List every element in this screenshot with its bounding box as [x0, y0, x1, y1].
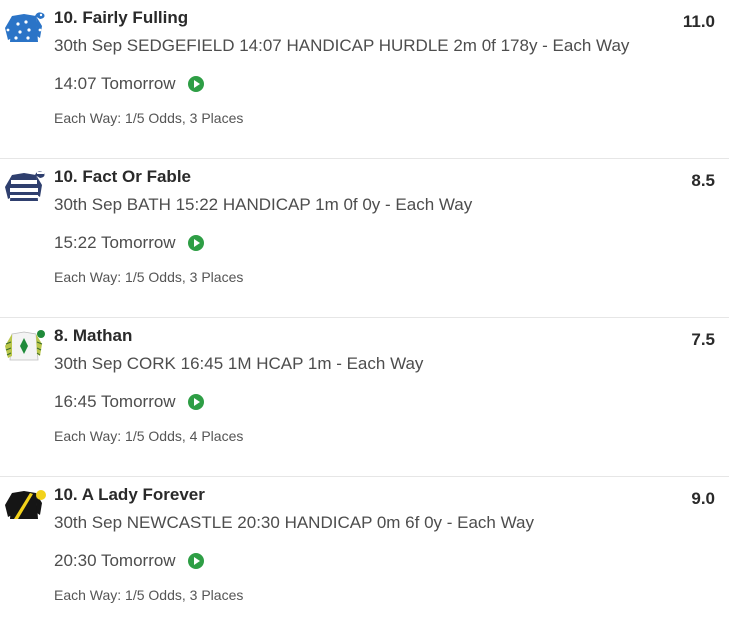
each-way-terms: Each Way: 1/5 Odds, 4 Places [54, 428, 244, 444]
jockey-silk-blue-white-spots-icon [5, 12, 45, 42]
play-icon[interactable] [187, 76, 204, 92]
selection-title: 10. Fairly Fulling [54, 8, 189, 27]
race-description: 30th Sep NEWCASTLE 20:30 HANDICAP 0m 6f … [54, 513, 534, 532]
race-time: 15:22 Tomorrow [54, 233, 176, 252]
bet-list: 10. Fairly Fulling 30th Sep SEDGEFIELD 1… [0, 0, 729, 635]
each-way-terms: Each Way: 1/5 Odds, 3 Places [54, 269, 244, 285]
jockey-silk-black-yellow-sash-icon [5, 490, 46, 519]
bet-row[interactable]: 8. Mathan 30th Sep CORK 16:45 1M HCAP 1m… [0, 318, 729, 477]
race-time-line: 15:22 Tomorrow [54, 233, 204, 253]
race-time-line: 16:45 Tomorrow [54, 392, 204, 412]
race-description: 30th Sep BATH 15:22 HANDICAP 1m 0f 0y - … [54, 195, 473, 214]
race-time: 16:45 Tomorrow [54, 392, 176, 411]
selection-title: 10. A Lady Forever [54, 485, 205, 504]
jockey-silk-navy-white-hoops-icon [5, 171, 45, 201]
bet-row[interactable]: 10. A Lady Forever 30th Sep NEWCASTLE 20… [0, 477, 729, 635]
bet-row[interactable]: 10. Fact Or Fable 30th Sep BATH 15:22 HA… [0, 159, 729, 318]
bet-row[interactable]: 10. Fairly Fulling 30th Sep SEDGEFIELD 1… [0, 0, 729, 159]
race-description: 30th Sep SEDGEFIELD 14:07 HANDICAP HURDL… [54, 36, 630, 55]
odds-value[interactable]: 8.5 [691, 171, 715, 191]
play-icon[interactable] [187, 394, 204, 410]
each-way-terms: Each Way: 1/5 Odds, 3 Places [54, 587, 244, 603]
each-way-terms: Each Way: 1/5 Odds, 3 Places [54, 110, 244, 126]
race-time-line: 20:30 Tomorrow [54, 551, 204, 571]
race-time: 20:30 Tomorrow [54, 551, 176, 570]
race-description: 30th Sep CORK 16:45 1M HCAP 1m - Each Wa… [54, 354, 424, 373]
race-time: 14:07 Tomorrow [54, 74, 176, 93]
odds-value[interactable]: 11.0 [683, 12, 715, 32]
selection-title: 10. Fact Or Fable [54, 167, 191, 186]
play-icon[interactable] [187, 235, 204, 251]
jockey-silk-white-green-diamond-icon [5, 330, 45, 361]
race-time-line: 14:07 Tomorrow [54, 74, 204, 94]
selection-title: 8. Mathan [54, 326, 133, 345]
odds-value[interactable]: 9.0 [691, 489, 715, 509]
odds-value[interactable]: 7.5 [691, 330, 715, 350]
play-icon[interactable] [187, 553, 204, 569]
